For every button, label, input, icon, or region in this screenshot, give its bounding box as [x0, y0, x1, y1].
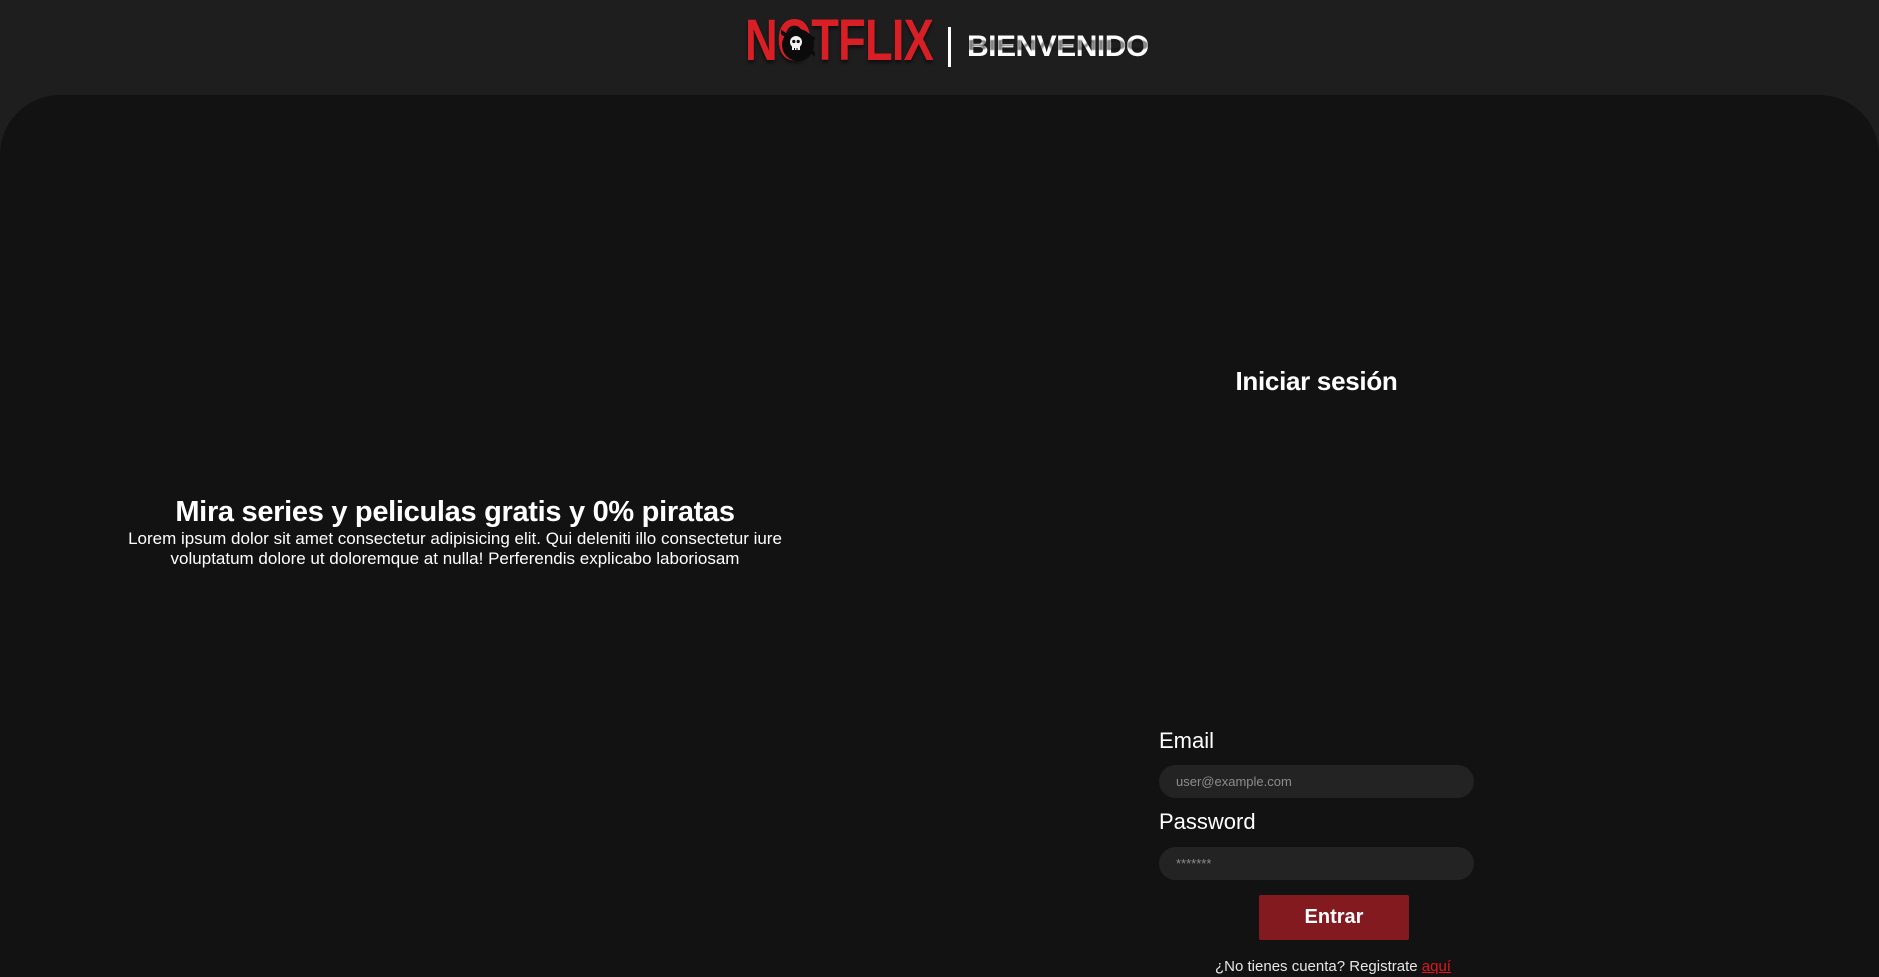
submit-button[interactable]: Entrar: [1259, 895, 1409, 940]
header-title-reflection: BIENVENIDO: [967, 36, 1149, 54]
password-label: Password: [1159, 809, 1256, 834]
main-panel: Mira series y peliculas gratis y 0% pira…: [0, 95, 1879, 977]
hero-section: Mira series y peliculas gratis y 0% pira…: [110, 495, 800, 569]
email-field[interactable]: [1159, 765, 1474, 798]
email-label: Email: [1159, 728, 1215, 753]
hero-title: Mira series y peliculas gratis y 0% pira…: [175, 496, 735, 528]
password-field[interactable]: [1159, 847, 1474, 880]
hero-description: Lorem ipsum dolor sit amet consectetur a…: [128, 529, 782, 568]
login-title: Iniciar sesión: [1235, 366, 1398, 396]
logo-text: NOTFLIX: [745, 8, 934, 73]
register-text: ¿No tienes cuenta? Registrate: [1215, 958, 1422, 975]
register-link[interactable]: aquí: [1422, 958, 1451, 975]
register-prompt: ¿No tienes cuenta? Registrate aquí: [1159, 958, 1507, 976]
skull-icon: [781, 28, 815, 61]
header-divider: [948, 27, 951, 67]
header: NOTFLIX BIENVENIDO BIENVENIDO: [0, 0, 1879, 95]
notflix-logo[interactable]: NOTFLIX: [745, 10, 934, 72]
